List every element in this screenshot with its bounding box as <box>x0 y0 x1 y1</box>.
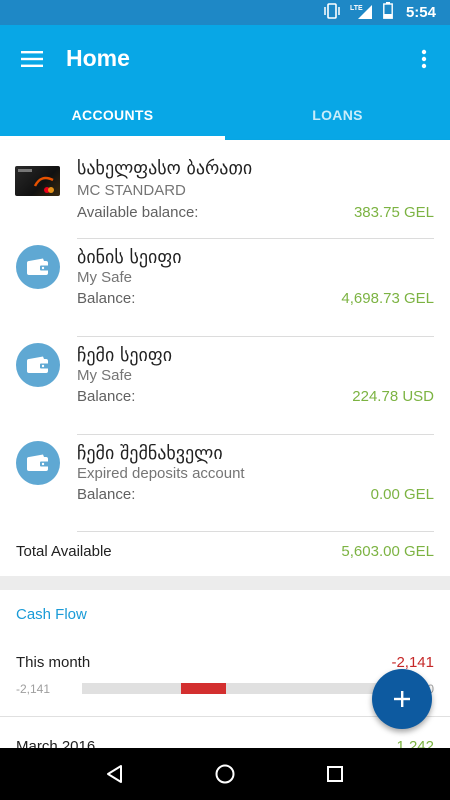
balance-label: Balance: <box>77 486 136 503</box>
recents-icon[interactable] <box>315 754 355 794</box>
system-nav-bar <box>0 748 450 800</box>
total-available-row: Total Available 5,603.00 GEL <box>0 531 450 576</box>
balance-label: Balance: <box>77 388 136 405</box>
balance-value: 4,698.73 GEL <box>341 290 434 307</box>
balance-label: Available balance: <box>77 204 199 221</box>
plus-icon <box>394 691 410 707</box>
account-item[interactable]: სახელფასო ბარათი MC STANDARD Available b… <box>0 140 450 237</box>
status-time: 5:54 <box>405 4 436 21</box>
total-label: Total Available <box>16 543 112 560</box>
account-item[interactable]: ჩემი სეიფი My Safe Balance: 224.78 USD <box>0 337 450 434</box>
section-gap <box>0 576 450 590</box>
account-item[interactable]: ჩემი შემნახველი Expired deposits account… <box>0 435 450 532</box>
wallet-icon <box>16 245 60 289</box>
cash-flow-card: Cash Flow This month -2,141 -2,141 0 Mar… <box>0 590 450 755</box>
bar-min-label: -2,141 <box>16 682 51 696</box>
battery-icon <box>383 2 393 23</box>
credit-card-icon <box>15 166 60 196</box>
signal-icon: LTE <box>350 3 374 23</box>
svg-text:LTE: LTE <box>350 5 363 12</box>
wallet-icon <box>16 343 60 387</box>
account-subtitle: My Safe <box>77 367 133 384</box>
status-bar: LTE 5:54 <box>0 0 450 25</box>
home-icon[interactable] <box>205 754 245 794</box>
account-name: სახელფასო ბარათი <box>77 158 253 179</box>
back-icon[interactable] <box>95 754 135 794</box>
account-name: ბინის სეიფი <box>77 247 182 268</box>
cash-flow-bar <box>82 683 382 694</box>
wallet-icon <box>16 441 60 485</box>
this-month-label: This month <box>16 654 91 671</box>
balance-value: 383.75 GEL <box>353 204 434 221</box>
vibrate-icon <box>323 2 341 23</box>
account-subtitle: Expired deposits account <box>77 465 245 482</box>
page-title: Home <box>66 45 130 71</box>
add-fab-button[interactable] <box>372 669 432 729</box>
balance-value: 224.78 USD <box>352 388 434 405</box>
total-value: 5,603.00 GEL <box>341 543 434 560</box>
balance-label: Balance: <box>77 290 136 307</box>
accounts-list: სახელფასო ბარათი MC STANDARD Available b… <box>0 140 450 576</box>
tab-bar: ACCOUNTS LOANS <box>0 89 450 140</box>
account-name: ჩემი სეიფი <box>77 345 173 366</box>
cash-flow-heading: Cash Flow <box>16 606 87 623</box>
hamburger-menu-icon[interactable] <box>16 43 48 75</box>
tab-loans[interactable]: LOANS <box>225 89 450 140</box>
account-name: ჩემი შემნახველი <box>77 443 223 464</box>
balance-value: 0.00 GEL <box>370 486 434 503</box>
cash-flow-bar-fill <box>181 683 226 694</box>
app-bar: Home ACCOUNTS LOANS <box>0 25 450 140</box>
more-vert-icon[interactable] <box>410 43 438 75</box>
account-subtitle: MC STANDARD <box>77 182 186 199</box>
account-subtitle: My Safe <box>77 269 133 286</box>
tab-accounts[interactable]: ACCOUNTS <box>0 89 225 140</box>
account-item[interactable]: ბინის სეიფი My Safe Balance: 4,698.73 GE… <box>0 239 450 336</box>
